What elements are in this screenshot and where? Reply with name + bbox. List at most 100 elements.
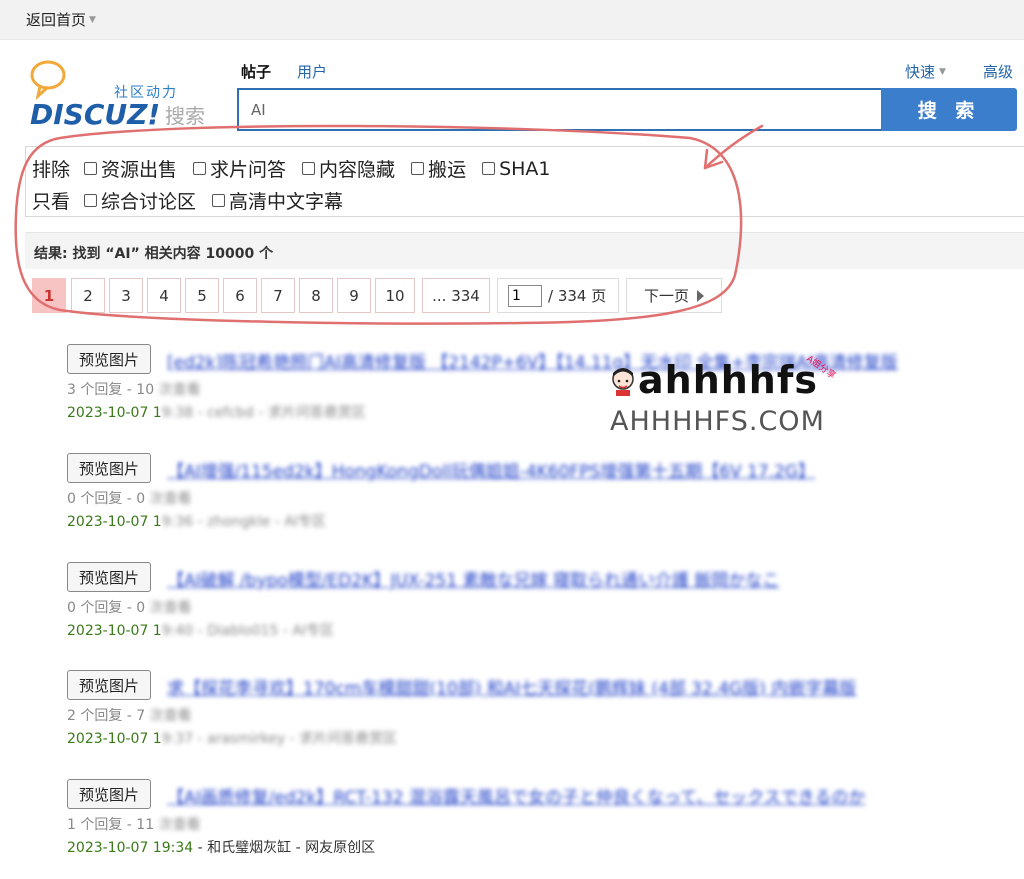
page-10[interactable]: 10 (375, 278, 415, 313)
page-7[interactable]: 7 (261, 278, 295, 313)
page-3[interactable]: 3 (109, 278, 143, 313)
reply-count: 1 个回复 - 11 (67, 817, 155, 833)
post-date: 2023-10-07 19:34 - 和氏璧烟灰缸 - 网友原创区 (67, 837, 375, 857)
advanced-link[interactable]: 高级 (983, 61, 1013, 82)
page-jump-input[interactable] (508, 284, 542, 307)
page-9[interactable]: 9 (337, 278, 371, 313)
reply-stats: 0 个回复 - 0 次查看 (67, 488, 192, 508)
checkbox[interactable] (84, 194, 98, 207)
option-label: 内容隐藏 (319, 159, 396, 181)
reply-count: 3 个回复 - 10 (67, 382, 155, 398)
back-home-link[interactable]: 返回首页 ▼ (26, 9, 96, 30)
exclude-option[interactable]: 求片问答 (193, 155, 286, 182)
preview-image-button[interactable]: 预览图片 (67, 779, 151, 809)
logo-wordmark: DISCUZ! (30, 98, 161, 131)
reply-stats: 0 个回复 - 0 次查看 (67, 597, 192, 617)
author-forum[interactable]: - 和氏璧烟灰缸 - 网友原创区 (193, 840, 375, 856)
watermark-domain: AHHHHFS.COM (610, 406, 825, 437)
page-6[interactable]: 6 (223, 278, 257, 313)
view-count: 次查看 (145, 708, 192, 724)
result-title-link[interactable]: 【AI破解 /bypo模型/ED2K】JUX-251 素敵な兄嫁 寝取られ通い介… (167, 566, 779, 591)
page-4[interactable]: 4 (147, 278, 181, 313)
result-title-link[interactable]: 【AI画质修复/ed2k】RCT-132 混浴露天風呂で女の子と仲良くなって、セ… (167, 783, 865, 808)
page-1[interactable]: 1 (32, 278, 66, 313)
list-item: 预览图片 求【探花李寻欢】170cm车模甜甜(10部) 和AI七天探花(鹏辉妹 … (67, 670, 1024, 770)
date-text: 2023-10-07 19:34 (67, 840, 194, 856)
checkbox[interactable] (482, 162, 496, 175)
next-page-button[interactable]: 下一页 (626, 278, 722, 313)
author-forum[interactable]: 9:40 - Diablo015 - AI专区 (162, 623, 334, 639)
exclude-option[interactable]: 资源出售 (84, 155, 177, 182)
page-8[interactable]: 8 (299, 278, 333, 313)
preview-image-button[interactable]: 预览图片 (67, 670, 151, 700)
reply-count: 0 个回复 - 0 (67, 600, 146, 616)
top-bar: 返回首页 ▼ (0, 0, 1024, 40)
reply-stats: 3 个回复 - 10 次查看 (67, 379, 201, 399)
date-text: 2023-10-07 1 (67, 623, 162, 639)
preview-image-button[interactable]: 预览图片 (67, 344, 151, 374)
chevron-down-icon: ▼ (89, 14, 96, 25)
view-count: 次查看 (145, 600, 192, 616)
search-input[interactable] (237, 88, 881, 131)
option-label: 综合讨论区 (101, 191, 197, 213)
speech-bubble-icon (30, 60, 66, 100)
tab-posts[interactable]: 帖子 (241, 61, 271, 82)
exclude-option[interactable]: SHA1 (482, 157, 551, 180)
reply-stats: 2 个回复 - 7 次查看 (67, 705, 192, 725)
reply-count: 2 个回复 - 7 (67, 708, 146, 724)
next-page-label: 下一页 (643, 287, 689, 305)
list-item: 预览图片 【AI破解 /bypo模型/ED2K】JUX-251 素敵な兄嫁 寝取… (67, 562, 1024, 662)
list-item: 预览图片 [ed2k]陈冠希艳照门AI高清修复版 【2142P+6V】【14.1… (67, 344, 1024, 444)
search-button[interactable]: 搜 索 (881, 88, 1017, 131)
post-date: 2023-10-07 19:36 - zhongkle - AI专区 (67, 511, 326, 531)
quick-label: 快速 (905, 63, 936, 81)
triangle-right-icon (697, 289, 704, 302)
page-2[interactable]: 2 (71, 278, 105, 313)
option-label: 搬运 (428, 159, 467, 181)
exclude-option[interactable]: 内容隐藏 (302, 155, 395, 182)
list-item: 预览图片 【AI画质修复/ed2k】RCT-132 混浴露天風呂で女の子と仲良く… (67, 779, 1024, 879)
back-home-label: 返回首页 (26, 11, 87, 29)
page-5[interactable]: 5 (185, 278, 219, 313)
only-option[interactable]: 高清中文字幕 (212, 187, 343, 214)
preview-image-button[interactable]: 预览图片 (67, 453, 151, 483)
author-forum[interactable]: 9:38 - cefcbd - 求片问答悬赏区 (162, 405, 366, 421)
checkbox[interactable] (193, 162, 207, 175)
view-count: 次查看 (145, 491, 192, 507)
discuz-logo: 社区动力 DISCUZ! 搜索 (28, 60, 218, 131)
post-date: 2023-10-07 19:40 - Diablo015 - AI专区 (67, 620, 334, 640)
result-title-link[interactable]: 求【探花李寻欢】170cm车模甜甜(10部) 和AI七天探花(鹏辉妹 (4部 3… (167, 674, 856, 699)
exclude-label: 排除 (32, 159, 71, 181)
tab-users[interactable]: 用户 (297, 61, 327, 82)
checkbox[interactable] (411, 162, 425, 175)
exclude-option[interactable]: 搬运 (411, 155, 466, 182)
option-label: SHA1 (499, 157, 551, 180)
checkbox[interactable] (84, 162, 98, 175)
post-date: 2023-10-07 19:37 - arasmirkey - 求片问答悬赏区 (67, 728, 397, 748)
quick-dropdown[interactable]: 快速 ▼ (905, 61, 946, 82)
avatar-icon (612, 368, 634, 396)
only-option[interactable]: 综合讨论区 (84, 187, 196, 214)
result-title-link[interactable]: 【AI增强/115ed2k】HongKongDoll玩偶姐姐-4K60FPS增强… (167, 457, 815, 482)
author-forum[interactable]: 9:37 - arasmirkey - 求片问答悬赏区 (162, 731, 397, 747)
option-label: 高清中文字幕 (229, 191, 344, 213)
checkbox[interactable] (212, 194, 226, 207)
page-total: / 334 页 (548, 287, 607, 305)
view-count: 次查看 (154, 817, 201, 833)
page-last[interactable]: ... 334 (422, 278, 490, 313)
page-jump: / 334 页 (497, 278, 619, 313)
date-text: 2023-10-07 1 (67, 405, 162, 421)
exclude-row: 排除 资源出售 求片问答 内容隐藏 搬运 SHA1 (32, 155, 567, 182)
result-count: 结果: 找到 “AI” 相关内容 10000 个 (34, 246, 274, 262)
list-item: 预览图片 【AI增强/115ed2k】HongKongDoll玩偶姐姐-4K60… (67, 453, 1024, 553)
post-date: 2023-10-07 19:38 - cefcbd - 求片问答悬赏区 (67, 402, 366, 422)
filter-panel: 排除 资源出售 求片问答 内容隐藏 搬运 SHA1 只看 综合讨论区 高清中文字… (25, 146, 1024, 217)
preview-image-button[interactable]: 预览图片 (67, 562, 151, 592)
view-count: 次查看 (154, 382, 201, 398)
checkbox[interactable] (302, 162, 316, 175)
date-text: 2023-10-07 1 (67, 731, 162, 747)
date-text: 2023-10-07 1 (67, 514, 162, 530)
option-label: 求片问答 (210, 159, 287, 181)
reply-stats: 1 个回复 - 11 次查看 (67, 814, 201, 834)
author-forum[interactable]: 9:36 - zhongkle - AI专区 (162, 514, 326, 530)
